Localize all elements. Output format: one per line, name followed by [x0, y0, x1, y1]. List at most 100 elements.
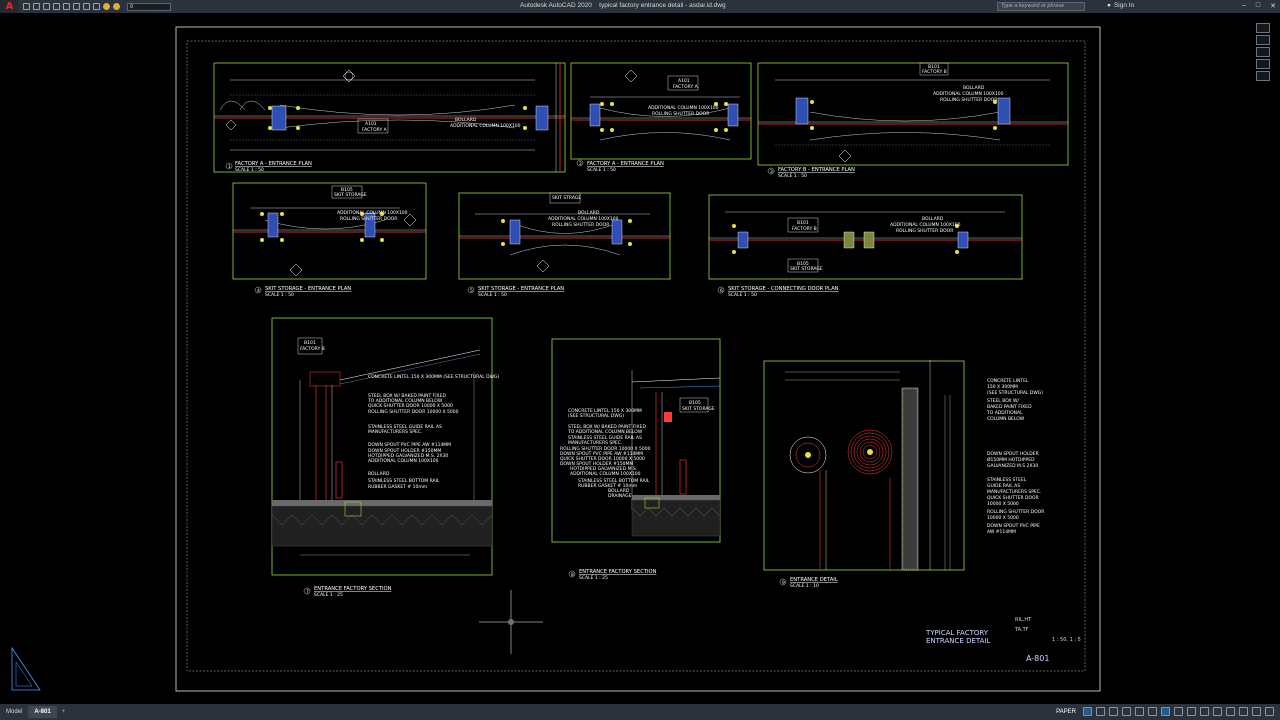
svg-text:150 X 300MM: 150 X 300MM [987, 384, 1018, 390]
object-snap-icon[interactable] [1161, 707, 1170, 716]
selection-cycling-icon[interactable] [1200, 707, 1209, 716]
ortho-icon[interactable] [1109, 707, 1118, 716]
plot-icon[interactable] [73, 3, 80, 10]
user-icon: ● [1107, 2, 1111, 9]
save-icon[interactable] [43, 3, 50, 10]
workspace-gear-icon[interactable] [1226, 707, 1235, 716]
svg-text:RUBBER GASKET # 10mm: RUBBER GASKET # 10mm [368, 484, 427, 490]
svg-text:SCALE 1 : 50: SCALE 1 : 50 [478, 292, 507, 298]
autocad-window: A 0 Autodesk AutoCAD 2020 typical factor… [0, 0, 1280, 720]
snap-icon[interactable] [1096, 707, 1105, 716]
new-file-icon[interactable] [23, 3, 30, 10]
steering-wheel-icon[interactable] [1256, 23, 1270, 33]
window-controls: – □ ✕ [1242, 2, 1276, 10]
svg-text:FACTORY B: FACTORY B [300, 346, 325, 352]
status-toggles: PAPER [1056, 707, 1274, 716]
vp7-title: ENTRANCE FACTORY SECTION [314, 586, 392, 592]
maximize-icon[interactable]: □ [1256, 2, 1260, 10]
fullscreen-icon[interactable] [1252, 707, 1261, 716]
viewport-6-connecting-door-plan[interactable]: B101 FACTORY B B105 SKIT STORAGE BOLLARD… [708, 194, 1023, 298]
minimize-icon[interactable]: – [1242, 2, 1246, 10]
detail-coil-icon [847, 429, 893, 475]
viewport-8-entrance-section[interactable]: B105 SKIT STORAGE CONCRETE LINTEL 150 X … [551, 338, 721, 581]
zoom-extents-icon[interactable] [1256, 47, 1270, 57]
pan-icon[interactable] [1256, 35, 1270, 45]
isodraft-icon[interactable] [1135, 707, 1144, 716]
svg-text:ROLLING SHUTTER DOOR: ROLLING SHUTTER DOOR [987, 509, 1044, 515]
add-layout-button[interactable]: + [57, 709, 71, 715]
paper-space-toggle[interactable]: PAPER [1056, 709, 1076, 715]
svg-text:BAKED PAINT FIXED: BAKED PAINT FIXED [987, 404, 1032, 410]
title-bar: A 0 Autodesk AutoCAD 2020 typical factor… [0, 0, 1280, 13]
application-menu-button[interactable]: A [0, 0, 19, 13]
window-title: Autodesk AutoCAD 2020 typical factory en… [520, 2, 726, 9]
object-snap-tracking-icon[interactable] [1148, 707, 1157, 716]
tab-a-801[interactable]: A-801 [28, 706, 57, 718]
crosshair-cursor-icon [479, 590, 543, 654]
viewport-9-entrance-detail[interactable]: CONCRETE LINTEL 150 X 300MM (SEE STRUCTU… [763, 360, 1044, 589]
undo-icon[interactable] [83, 3, 90, 10]
layer-bulb-icon[interactable] [103, 3, 110, 10]
drawing-sheet: A101 FACTORY A BOLLARD ADDITIONAL COLUMN… [11, 26, 1101, 692]
svg-text:ADDITIONAL COLUMN 100X100: ADDITIONAL COLUMN 100X100 [368, 458, 439, 464]
svg-text:ADDITIONAL COLUMN 100X100: ADDITIONAL COLUMN 100X100 [548, 216, 619, 222]
app-name: Autodesk AutoCAD 2020 [520, 2, 592, 9]
viewport-2-factory-a-plan[interactable]: A101 FACTORY A ADDITIONAL COLUMN 100X100… [570, 62, 752, 173]
viewport-5-skit-storage-plan[interactable]: SKIT STRAGE BOLLARD ADDITIONAL COLUMN 10… [458, 192, 671, 298]
svg-text:TO ADDITIONAL: TO ADDITIONAL [986, 410, 1023, 416]
svg-text:DOWN SPOUT PVC PIPE: DOWN SPOUT PVC PIPE [987, 523, 1040, 529]
search-input[interactable]: Type a keyword or phrase [997, 2, 1085, 11]
svg-text:GUIDE RAIL AS: GUIDE RAIL AS [987, 483, 1020, 489]
svg-text:CONCRETE LINTEL 150 X 300MM (S: CONCRETE LINTEL 150 X 300MM (SEE STRUCTU… [368, 374, 500, 380]
section8-notes: CONCRETE LINTEL 150 X 300MM (SEE STRUCTU… [560, 408, 651, 499]
grid-icon[interactable] [1083, 707, 1092, 716]
svg-text:10000 X 5000: 10000 X 5000 [987, 501, 1019, 507]
layer-sun-icon[interactable] [113, 3, 120, 10]
printable-area [186, 40, 1086, 672]
isolate-objects-icon[interactable] [1239, 707, 1248, 716]
quick-access-toolbar: 0 [23, 2, 171, 11]
svg-text:A101: A101 [678, 78, 690, 84]
lineweight-icon[interactable] [1174, 707, 1183, 716]
svg-text:MANUFACTURERS SPEC.: MANUFACTURERS SPEC. [368, 429, 422, 435]
svg-text:ADDITIONAL COLUMN 100X100: ADDITIONAL COLUMN 100X100 [933, 91, 1004, 97]
drawing-title-line1: TYPICAL FACTORY [925, 629, 989, 637]
viewport-7-entrance-section[interactable]: B101 FACTORY B CONCRETE LINTEL 150 X 300… [271, 317, 500, 598]
annotation-scale-icon[interactable] [1213, 707, 1222, 716]
svg-text:SCALE 1 : 50: SCALE 1 : 50 [778, 173, 807, 179]
status-bar: Model A-801 + PAPER [0, 704, 1280, 720]
open-file-icon[interactable] [33, 3, 40, 10]
close-icon[interactable]: ✕ [1270, 2, 1276, 10]
svg-text:6: 6 [720, 288, 723, 294]
svg-text:CONCRETE LINTEL: CONCRETE LINTEL [987, 378, 1029, 384]
svg-text:8: 8 [571, 572, 574, 578]
viewport-1-factory-a-plan[interactable]: A101 FACTORY A BOLLARD ADDITIONAL COLUMN… [213, 62, 566, 173]
svg-text:ROLLING SHUTTER DOOR: ROLLING SHUTTER DOOR [552, 222, 609, 228]
vp3-title: FACTORY B - ENTRANCE PLAN [778, 167, 855, 173]
signin-button[interactable]: ● Sign In [1107, 2, 1134, 9]
svg-text:SCALE 1 : 10: SCALE 1 : 10 [790, 583, 819, 589]
viewport-3-factory-b-plan[interactable]: B101 FACTORY B BOLLARD ADDITIONAL COLUMN… [757, 62, 1069, 179]
web-mobile-icon[interactable] [63, 3, 70, 10]
customization-menu-icon[interactable] [1265, 707, 1274, 716]
layer-select[interactable]: 0 [127, 2, 171, 11]
svg-text:SKIT STRAGE: SKIT STRAGE [552, 195, 581, 201]
vp4-title: SKIT STORAGE - ENTRANCE PLAN [265, 286, 351, 292]
viewport-4-skit-storage-plan[interactable]: B105 SKIT STORAGE ADDITIONAL COLUMN 100X… [232, 182, 427, 298]
svg-text:5: 5 [470, 288, 473, 294]
svg-text:ROLLING SHUTTER DOOR: ROLLING SHUTTER DOOR [896, 228, 953, 234]
tab-model[interactable]: Model [0, 706, 28, 718]
transparency-icon[interactable] [1187, 707, 1196, 716]
svg-text:FACTORY B: FACTORY B [922, 69, 947, 75]
orbit-icon[interactable] [1256, 59, 1270, 69]
showmotion-icon[interactable] [1256, 71, 1270, 81]
ucs-icon [11, 646, 41, 691]
polar-icon[interactable] [1122, 707, 1131, 716]
svg-text:2: 2 [579, 161, 582, 167]
svg-text:SCALE 1 : 25: SCALE 1 : 25 [314, 592, 343, 598]
title-block: TYPICAL FACTORY ENTRANCE DETAIL RIL.HT T… [925, 617, 1081, 663]
save-as-icon[interactable] [53, 3, 60, 10]
drawing-canvas[interactable]: A101 FACTORY A BOLLARD ADDITIONAL COLUMN… [0, 13, 1280, 704]
redo-icon[interactable] [93, 3, 100, 10]
svg-text:BOLLARD: BOLLARD [368, 471, 390, 477]
